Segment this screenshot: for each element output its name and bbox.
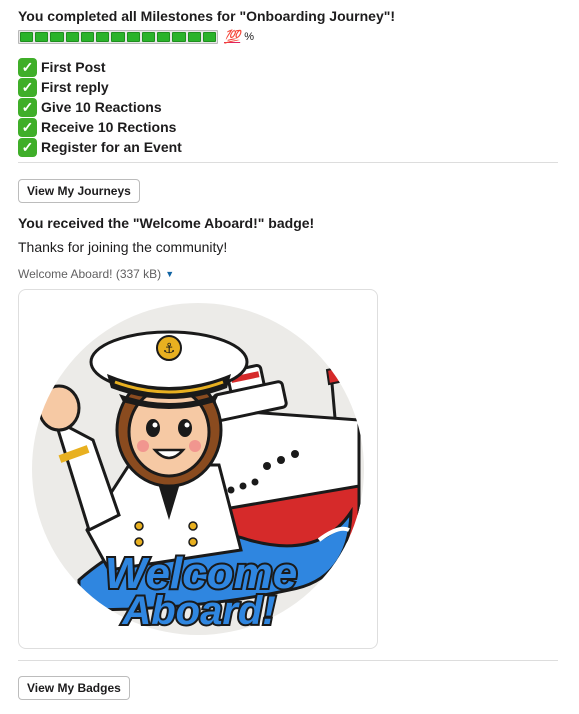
white-check-mark-icon: ✓	[18, 117, 37, 137]
milestone-item: ✓ Receive 10 Rections	[18, 117, 182, 137]
progress-segment	[157, 32, 171, 42]
progress-segment	[141, 32, 156, 42]
badge-title: You received the "Welcome Aboard!" badge…	[18, 215, 315, 231]
welcome-aboard-text: Welcome Aboard!	[103, 547, 299, 635]
badge-image[interactable]: ⚓ Welcome Aboard!	[18, 289, 378, 649]
progress-segment	[96, 32, 110, 42]
milestone-item: ✓ First Post	[18, 57, 182, 77]
progress-segment	[126, 32, 140, 42]
milestone-label: Register for an Event	[41, 139, 182, 155]
progress-segment	[187, 32, 201, 42]
milestone-label: First reply	[41, 79, 109, 95]
milestone-item: ✓ Give 10 Reactions	[18, 97, 182, 117]
svg-text:Aboard!: Aboard!	[121, 589, 275, 633]
progress-segment	[50, 32, 64, 42]
milestone-label: Give 10 Reactions	[41, 99, 162, 115]
white-check-mark-icon: ✓	[18, 57, 37, 77]
milestones-heading: You completed all Milestones for "Onboar…	[18, 8, 396, 24]
milestone-list: ✓ First Post ✓ First reply ✓ Give 10 Rea…	[18, 57, 182, 157]
milestone-item: ✓ Register for an Event	[18, 137, 182, 157]
progress-segment	[20, 32, 34, 42]
view-my-badges-button[interactable]: View My Badges	[18, 676, 130, 700]
progress-segment	[65, 32, 79, 42]
white-check-mark-icon: ✓	[18, 137, 37, 157]
white-check-mark-icon: ✓	[18, 77, 37, 97]
percent-sign: %	[244, 31, 254, 43]
progress-segment	[35, 32, 49, 42]
divider	[18, 660, 558, 661]
view-my-journeys-button[interactable]: View My Journeys	[18, 179, 140, 203]
progress-bar	[18, 30, 218, 44]
milestone-item: ✓ First reply	[18, 77, 182, 97]
progress-segment	[111, 32, 125, 42]
progress-segment	[202, 32, 217, 42]
progress-segment	[172, 32, 186, 42]
white-check-mark-icon: ✓	[18, 97, 37, 117]
badge-message-text: Thanks for joining the community!	[18, 239, 228, 255]
file-name[interactable]: Welcome Aboard! (337 kB)	[18, 267, 161, 281]
hundred-points-icon: 💯	[224, 29, 241, 44]
divider	[18, 162, 558, 163]
progress-segment	[80, 32, 95, 42]
progress-row: 💯 %	[18, 28, 254, 46]
file-attachment-label[interactable]: Welcome Aboard! (337 kB) ▼	[18, 267, 174, 281]
welcome-aboard-illustration: ⚓ Welcome Aboard!	[32, 303, 364, 635]
milestone-label: Receive 10 Rections	[41, 119, 177, 135]
svg-text:⚓: ⚓	[163, 341, 176, 357]
milestone-label: First Post	[41, 59, 106, 75]
caret-down-icon[interactable]: ▼	[165, 269, 174, 279]
